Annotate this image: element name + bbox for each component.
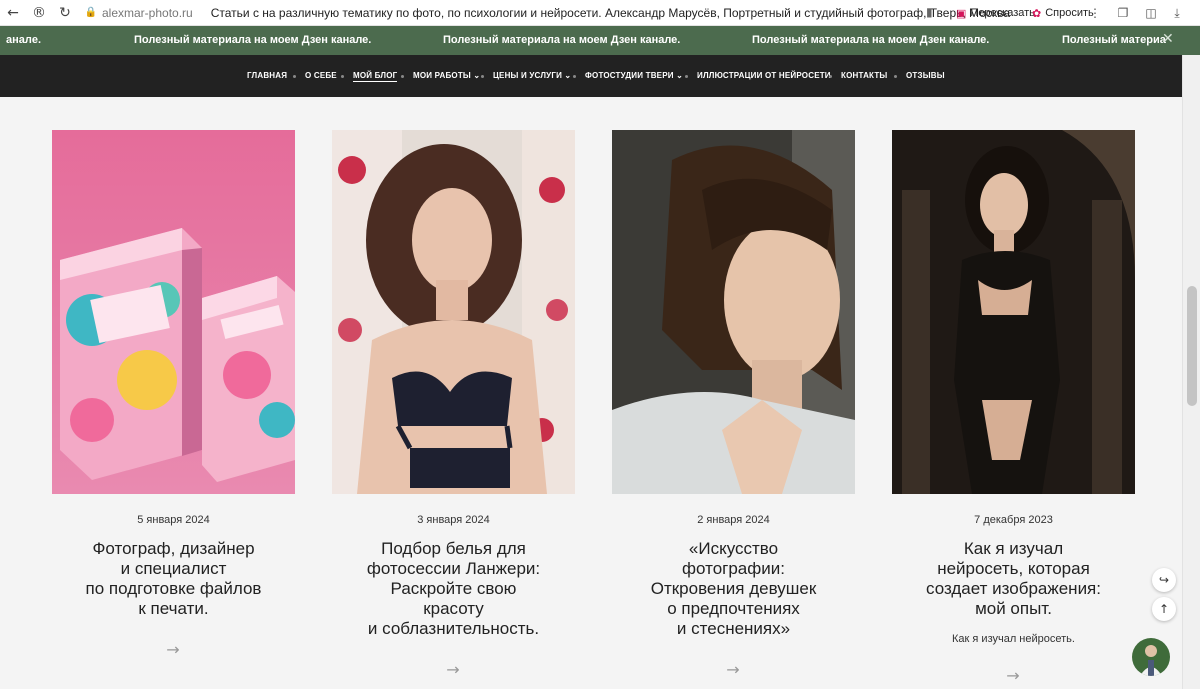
- marquee-text[interactable]: Полезный материала на моем Дзен канале.: [443, 34, 680, 46]
- post-image-packaging[interactable]: [52, 130, 295, 494]
- share-icon[interactable]: ↪: [1152, 568, 1176, 592]
- blog-card[interactable]: 7 декабря 2023 Как я изучал нейросеть, к…: [892, 130, 1135, 645]
- post-title[interactable]: «Искусство фотографии: Откровения девуше…: [612, 539, 855, 639]
- download-icon[interactable]: ⤓: [1168, 4, 1186, 22]
- browser-toolbar: ← ® ↻ 🔒 alexmar-photo.ru Статьи с на раз…: [0, 0, 1200, 26]
- scroll-top-icon[interactable]: ↑: [1152, 597, 1176, 621]
- marquee-text[interactable]: Полезный материала на моем Дзен канале.: [134, 34, 371, 46]
- post-image-lingerie[interactable]: [332, 130, 575, 494]
- read-more-arrow-icon[interactable]: →: [723, 660, 743, 679]
- blog-card[interactable]: 2 января 2024 «Искусство фотографии: Отк…: [612, 130, 855, 639]
- announcement-marquee: аналe. Полезный материала на моем Дзен к…: [0, 26, 1200, 55]
- page-title: Статьи с на различную тематику по фото, …: [210, 5, 1011, 20]
- post-date: 5 января 2024: [137, 514, 210, 526]
- main-navigation: ГЛАВНАЯ О СЕБЕ МОЙ БЛОГ МОИ РАБОТЫ ⌄ ЦЕН…: [0, 55, 1182, 97]
- nav-separator: [293, 75, 296, 78]
- post-title[interactable]: Как я изучал нейросеть, которая создает …: [892, 539, 1135, 619]
- nav-item-about[interactable]: О СЕБЕ: [305, 71, 337, 80]
- reload-icon[interactable]: ↻: [52, 0, 78, 26]
- nav-separator: [829, 75, 832, 78]
- post-title[interactable]: Подбор белья для фотосессии Ланжери: Рас…: [332, 539, 575, 639]
- marquee-text[interactable]: Полезный материала на моем Дзен канале.: [752, 34, 989, 46]
- nav-separator: [341, 75, 344, 78]
- nav-separator: [481, 75, 484, 78]
- more-menu-icon[interactable]: ⋮: [1086, 4, 1104, 22]
- post-date: 2 января 2024: [697, 514, 770, 526]
- post-image-dark-lace[interactable]: [892, 130, 1135, 494]
- blog-card[interactable]: 5 января 2024 Фотограф, дизайнер и специ…: [52, 130, 295, 619]
- extension-icon[interactable]: ◫: [1142, 4, 1160, 22]
- bookmark-icon[interactable]: ▮: [926, 5, 938, 19]
- tabs-icon[interactable]: ❐: [1114, 4, 1132, 22]
- read-more-arrow-icon[interactable]: →: [443, 660, 463, 679]
- read-more-arrow-icon[interactable]: →: [163, 640, 183, 659]
- post-excerpt: Как я изучал нейросеть.: [952, 633, 1075, 645]
- address-bar[interactable]: 🔒 alexmar-photo.ru Статьи с на различную…: [84, 3, 1010, 23]
- page-scrollbar[interactable]: [1182, 55, 1200, 689]
- nav-item-studios[interactable]: ФОТОСТУДИИ ТВЕРИ ⌄: [585, 71, 683, 80]
- nav-item-prices[interactable]: ЦЕНЫ И УСЛУГИ ⌄: [493, 71, 571, 80]
- nav-separator: [894, 75, 897, 78]
- marquee-text[interactable]: Полезный материа: [1062, 34, 1166, 46]
- post-date: 3 января 2024: [417, 514, 490, 526]
- nav-item-works[interactable]: МОИ РАБОТЫ ⌄: [413, 71, 480, 80]
- nav-item-contacts[interactable]: КОНТАКТЫ: [841, 71, 887, 80]
- nav-separator: [401, 75, 404, 78]
- lock-icon: 🔒: [84, 7, 98, 18]
- retell-icon: ▣: [956, 7, 967, 20]
- read-more-arrow-icon[interactable]: →: [1003, 666, 1023, 685]
- post-date: 7 декабря 2023: [974, 514, 1053, 526]
- nav-separator: [685, 75, 688, 78]
- close-icon[interactable]: ✕: [1162, 31, 1178, 49]
- marquee-text[interactable]: аналe.: [6, 34, 41, 46]
- avatar[interactable]: [1132, 638, 1170, 676]
- post-image-girl[interactable]: [612, 130, 855, 494]
- back-icon[interactable]: ←: [0, 0, 26, 26]
- post-title[interactable]: Фотограф, дизайнер и специалист по подго…: [52, 539, 295, 619]
- nav-item-home[interactable]: ГЛАВНАЯ: [247, 71, 287, 80]
- nav-item-ai-illustrations[interactable]: ИЛЛЮСТРАЦИИ ОТ НЕЙРОСЕТИ: [697, 71, 831, 80]
- nav-item-blog[interactable]: МОЙ БЛОГ: [353, 71, 398, 82]
- ask-icon: ✿: [1032, 7, 1042, 20]
- url-domain: alexmar-photo.ru: [102, 5, 193, 20]
- nav-item-reviews[interactable]: ОТЗЫВЫ: [906, 71, 945, 80]
- nav-separator: [573, 75, 576, 78]
- blog-card[interactable]: 3 января 2024 Подбор белья для фотосесси…: [332, 130, 575, 639]
- reader-icon[interactable]: ®: [26, 0, 52, 26]
- scrollbar-thumb[interactable]: [1187, 286, 1197, 406]
